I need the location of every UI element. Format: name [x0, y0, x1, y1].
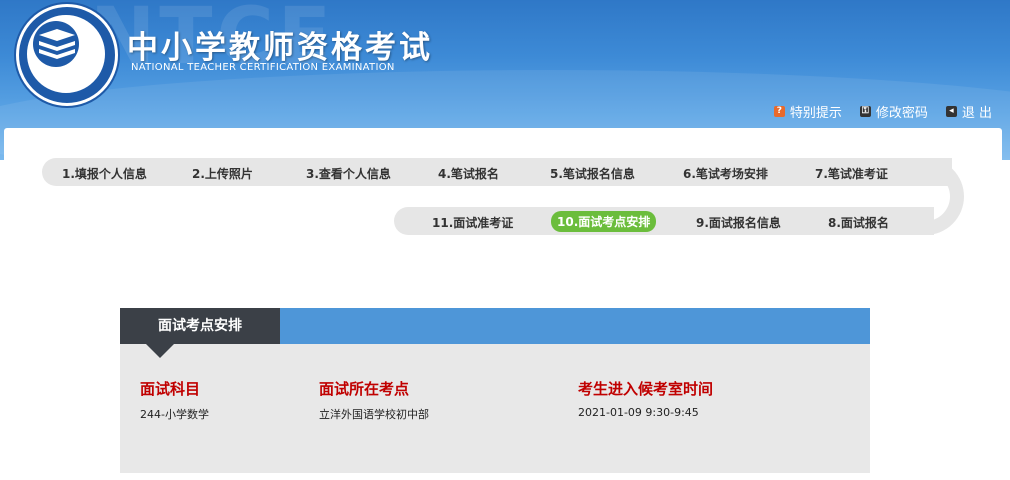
step-7[interactable]: 7.笔试准考证: [815, 165, 888, 182]
entry-time-label: 考生进入候考室时间: [578, 380, 714, 398]
exam-site-label: 面试所在考点: [319, 380, 410, 398]
step-11[interactable]: 11.面试准考证: [432, 214, 513, 231]
special-notice-link[interactable]: ? 特别提示: [773, 102, 842, 121]
step-6[interactable]: 6.笔试考场安排: [683, 165, 768, 182]
step-9[interactable]: 9.面试报名信息: [696, 214, 781, 231]
question-icon: ?: [773, 106, 785, 117]
logout-link[interactable]: ◂ 退 出: [945, 102, 992, 121]
logout-label: 退 出: [961, 106, 992, 121]
entry-time-value: 2021-01-09 9:30-9:45: [578, 406, 699, 419]
panel-title: 面试考点安排: [120, 308, 280, 344]
book-stack-icon: [39, 29, 75, 59]
ntce-logo: [16, 4, 118, 106]
panel-tab-arrow: [146, 344, 174, 358]
step-2[interactable]: 2.上传照片: [192, 165, 253, 182]
special-notice-label: 特别提示: [789, 106, 842, 121]
step-1[interactable]: 1.填报个人信息: [62, 165, 147, 182]
step-3[interactable]: 3.查看个人信息: [306, 165, 391, 182]
top-links: ? 特别提示 ⚿ 修改密码 ◂ 退 出: [773, 102, 992, 121]
subject-value: 244-小学数学: [140, 408, 209, 421]
content-card: 1.填报个人信息 2.上传照片 3.查看个人信息 4.笔试报名 5.笔试报名信息…: [4, 128, 1002, 480]
interview-site-panel: 面试考点安排 面试科目 244-小学数学 面试所在考点 立洋外国语学校初中部 考…: [120, 308, 870, 473]
step-8[interactable]: 8.面试报名: [828, 214, 889, 231]
step-10-active[interactable]: 10.面试考点安排: [551, 211, 657, 232]
step-4[interactable]: 4.笔试报名: [438, 165, 499, 182]
site-subtitle: NATIONAL TEACHER CERTIFICATION EXAMINATI…: [131, 62, 395, 73]
change-password-link[interactable]: ⚿ 修改密码: [859, 102, 928, 121]
subject-label: 面试科目: [140, 380, 201, 398]
site-title: 中小学教师资格考试: [127, 30, 433, 66]
key-icon: ⚿: [859, 106, 871, 117]
exit-icon: ◂: [945, 106, 957, 117]
exam-site-value: 立洋外国语学校初中部: [319, 408, 429, 421]
change-password-label: 修改密码: [875, 106, 928, 121]
step-5[interactable]: 5.笔试报名信息: [550, 165, 635, 182]
